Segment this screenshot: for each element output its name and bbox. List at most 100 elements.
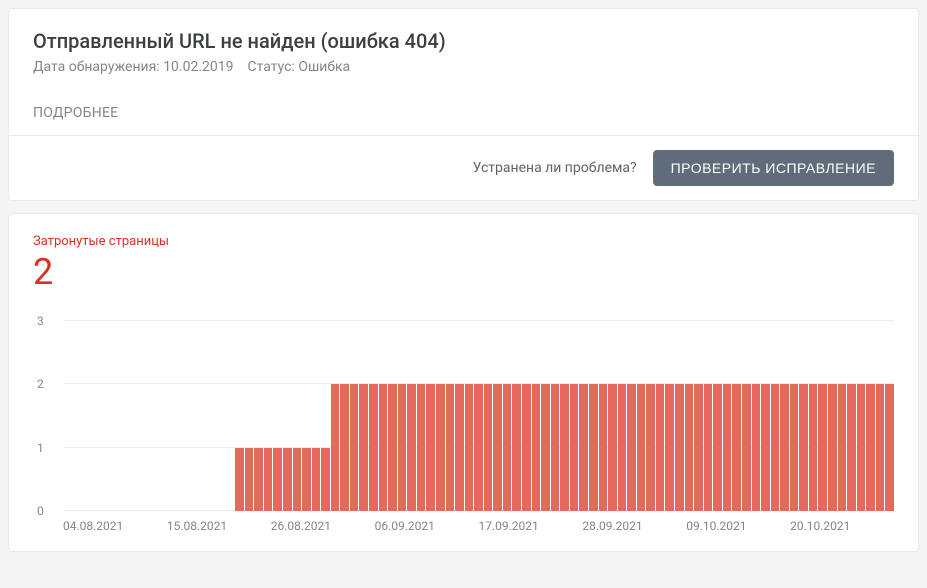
chart-bar <box>780 384 789 511</box>
chart-bar <box>379 384 388 511</box>
chart-bar <box>283 448 292 511</box>
chart-bar <box>532 384 541 511</box>
chart-bar <box>503 384 512 511</box>
chart-bar <box>522 384 531 511</box>
x-tick-label: 20.10.2021 <box>790 519 894 533</box>
chart-bar <box>752 384 761 511</box>
chart-bar <box>235 448 244 511</box>
chart-bar <box>589 384 598 511</box>
chart-bar <box>388 384 397 511</box>
issue-header: Отправленный URL не найден (ошибка 404) … <box>9 9 918 135</box>
issue-meta: Дата обнаружения: 10.02.2019 Статус: Оши… <box>33 59 894 75</box>
chart-bar <box>560 384 569 511</box>
chart-bar <box>713 384 722 511</box>
chart-area: 0123 <box>63 321 894 511</box>
x-tick-label: 28.09.2021 <box>582 519 686 533</box>
chart-bar <box>704 384 713 511</box>
chart-bar <box>799 384 808 511</box>
chart-bar <box>446 384 455 511</box>
chart-bar <box>876 384 885 511</box>
chart-bar <box>474 384 483 511</box>
chart-bar <box>436 384 445 511</box>
chart-bar <box>293 448 302 511</box>
chart-bar <box>321 448 330 511</box>
chart-card: Затронутые страницы 2 0123 04.08.202115.… <box>8 213 919 552</box>
chart-bar <box>608 384 617 511</box>
chart-bar <box>790 384 799 511</box>
chart-bar <box>254 448 263 511</box>
status-value: Ошибка <box>298 59 350 75</box>
status-label: Статус: <box>248 59 295 75</box>
chart-bar <box>245 448 254 511</box>
chart-bar <box>551 384 560 511</box>
chart-bar <box>761 384 770 511</box>
affected-pages-count: 2 <box>33 251 894 293</box>
chart-bar <box>455 384 464 511</box>
chart-bar <box>264 448 273 511</box>
chart-bar <box>331 384 340 511</box>
chart-bar <box>359 384 368 511</box>
validate-fix-button[interactable]: ПРОВЕРИТЬ ИСПРАВЛЕНИЕ <box>653 150 894 186</box>
chart-bar <box>398 384 407 511</box>
chart-bar <box>627 384 636 511</box>
chart-bar <box>512 384 521 511</box>
y-tick-label: 0 <box>37 504 44 518</box>
detected-label: Дата обнаружения: <box>33 59 160 75</box>
issue-card: Отправленный URL не найден (ошибка 404) … <box>8 8 919 201</box>
chart-bar <box>273 448 282 511</box>
details-link[interactable]: ПОДРОБНЕЕ <box>33 105 894 121</box>
chart-bar <box>885 384 894 511</box>
chart-bar <box>541 384 550 511</box>
chart-bar <box>685 384 694 511</box>
chart-bar <box>312 448 321 511</box>
chart-bar <box>369 384 378 511</box>
chart-bar <box>302 448 311 511</box>
chart-bar <box>646 384 655 511</box>
chart-bar <box>579 384 588 511</box>
chart-bar <box>675 384 684 511</box>
x-tick-label: 15.08.2021 <box>167 519 271 533</box>
chart-bar <box>771 384 780 511</box>
chart-bar <box>570 384 579 511</box>
x-tick-label: 26.08.2021 <box>271 519 375 533</box>
chart-bar <box>838 384 847 511</box>
chart-bar <box>465 384 474 511</box>
x-tick-label: 09.10.2021 <box>686 519 790 533</box>
chart-bar <box>847 384 856 511</box>
x-tick-label: 17.09.2021 <box>479 519 583 533</box>
chart-xaxis: 04.08.202115.08.202126.08.202106.09.2021… <box>63 519 894 533</box>
chart-bar <box>484 384 493 511</box>
chart-bar <box>723 384 732 511</box>
status-row: Статус: Ошибка <box>248 59 351 75</box>
chart-bar <box>618 384 627 511</box>
footer-question: Устранена ли проблема? <box>473 160 637 176</box>
chart-bar <box>694 384 703 511</box>
chart-bars <box>63 321 894 511</box>
chart-bar <box>857 384 866 511</box>
chart-bar <box>407 384 416 511</box>
chart-bar <box>742 384 751 511</box>
issue-title: Отправленный URL не найден (ошибка 404) <box>33 29 894 53</box>
chart-bar <box>828 384 837 511</box>
x-tick-label: 06.09.2021 <box>375 519 479 533</box>
chart-bar <box>665 384 674 511</box>
chart-bar <box>493 384 502 511</box>
chart-bar <box>637 384 646 511</box>
y-tick-label: 2 <box>37 377 44 391</box>
chart-bar <box>350 384 359 511</box>
detected-row: Дата обнаружения: 10.02.2019 <box>33 59 234 75</box>
issue-footer: Устранена ли проблема? ПРОВЕРИТЬ ИСПРАВЛ… <box>9 135 918 200</box>
chart-bar <box>818 384 827 511</box>
chart-bar <box>866 384 875 511</box>
y-tick-label: 1 <box>37 441 44 455</box>
chart-bar <box>426 384 435 511</box>
affected-pages-label: Затронутые страницы <box>33 234 894 249</box>
chart-bar <box>732 384 741 511</box>
detected-date: 10.02.2019 <box>163 59 233 75</box>
y-tick-label: 3 <box>37 314 44 328</box>
chart-bar <box>417 384 426 511</box>
x-tick-label: 04.08.2021 <box>63 519 167 533</box>
chart-bar <box>656 384 665 511</box>
chart-bar <box>340 384 349 511</box>
chart-bar <box>809 384 818 511</box>
